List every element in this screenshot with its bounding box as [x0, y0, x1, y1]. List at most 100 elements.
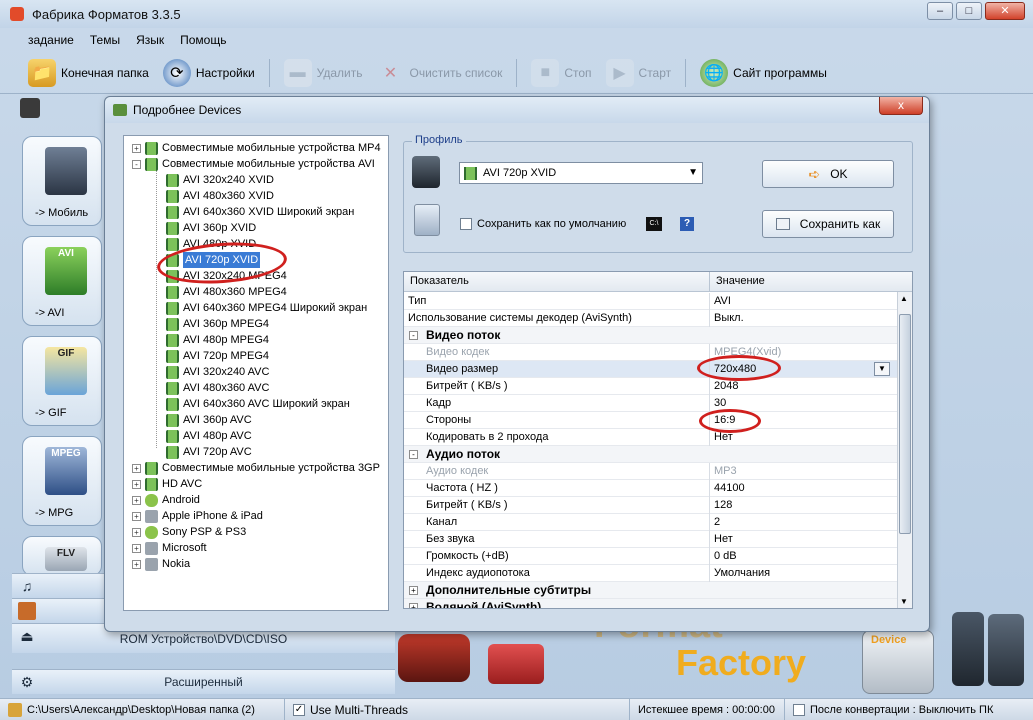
- clear-list-button[interactable]: ✕ Очистить список: [372, 55, 506, 91]
- tree-item[interactable]: AVI 480x360 AVC: [166, 380, 269, 396]
- property-row[interactable]: Индекс аудиопотока Умолчания: [404, 565, 899, 582]
- expand-icon[interactable]: +: [132, 479, 141, 489]
- property-value[interactable]: Выкл.: [714, 310, 744, 326]
- property-group[interactable]: + Дополнительные субтитры: [404, 582, 899, 599]
- maximize-button[interactable]: □: [956, 2, 982, 20]
- expand-icon[interactable]: +: [132, 143, 141, 153]
- collapse-icon[interactable]: -: [132, 159, 141, 169]
- property-row[interactable]: Использование системы декодер (AviSynth)…: [404, 310, 899, 327]
- property-value[interactable]: Нет: [714, 531, 733, 547]
- property-row[interactable]: Тип AVI: [404, 293, 899, 310]
- save-default-checkbox[interactable]: [460, 218, 472, 230]
- scroll-down-icon[interactable]: ▼: [900, 597, 908, 606]
- property-row[interactable]: Битрейт ( KB/s ) 128: [404, 497, 899, 514]
- help-icon[interactable]: ?: [680, 217, 694, 231]
- dialog-close-button[interactable]: x: [879, 97, 923, 115]
- expand-icon[interactable]: +: [132, 527, 141, 537]
- cli-icon[interactable]: C:\: [646, 217, 662, 231]
- shutdown-checkbox[interactable]: [793, 703, 805, 716]
- property-row[interactable]: Битрейт ( KB/s ) 2048: [404, 378, 899, 395]
- property-value[interactable]: 0 dB: [714, 548, 737, 564]
- menu-task[interactable]: задание: [28, 33, 74, 47]
- property-value[interactable]: 128: [714, 497, 732, 513]
- multithreads-checkbox[interactable]: ✓: [293, 703, 305, 716]
- expand-icon[interactable]: +: [132, 463, 141, 473]
- tree-item[interactable]: AVI 640x360 XVID Широкий экран: [166, 204, 354, 220]
- convert-avi-button[interactable]: AVI -> AVI: [22, 236, 102, 326]
- close-button[interactable]: ✕: [985, 2, 1025, 20]
- expand-icon[interactable]: +: [132, 543, 141, 553]
- expand-icon[interactable]: +: [409, 586, 418, 595]
- property-row[interactable]: Без звука Нет: [404, 531, 899, 548]
- convert-gif-button[interactable]: GIF -> GIF: [22, 336, 102, 426]
- menu-help[interactable]: Помощь: [180, 33, 226, 47]
- property-row[interactable]: Видео кодек MPEG4(Xvid): [404, 344, 899, 361]
- shutdown-toggle[interactable]: После конвертации : Выключить ПК: [785, 699, 1033, 720]
- property-value[interactable]: 2: [714, 514, 720, 530]
- tree-item[interactable]: AVI 720p MPEG4: [166, 348, 269, 364]
- ok-button[interactable]: ➪ OK: [762, 160, 894, 188]
- menu-themes[interactable]: Темы: [90, 33, 120, 47]
- tree-item[interactable]: + Microsoft: [132, 540, 207, 556]
- value-dropdown-icon[interactable]: ▼: [874, 362, 890, 376]
- tree-item[interactable]: + Apple iPhone & iPad: [132, 508, 263, 524]
- video-category-icon[interactable]: [20, 98, 40, 118]
- tree-item[interactable]: AVI 360p MPEG4: [166, 316, 269, 332]
- property-row[interactable]: Стороны 16:9: [404, 412, 899, 429]
- property-row[interactable]: Канал 2: [404, 514, 899, 531]
- tree-item[interactable]: AVI 480p AVC: [166, 428, 252, 444]
- tree-item[interactable]: AVI 360p AVC: [166, 412, 252, 428]
- expand-icon[interactable]: +: [132, 495, 141, 505]
- collapse-icon[interactable]: -: [409, 450, 418, 459]
- convert-mpg-button[interactable]: MPEG -> MPG: [22, 436, 102, 526]
- start-button[interactable]: ▶ Старт: [602, 55, 676, 91]
- property-row[interactable]: Видео размер 720x480 ▼: [404, 361, 899, 378]
- profile-select[interactable]: AVI 720p XVID ▼: [459, 162, 703, 184]
- settings-button[interactable]: ⟳ Настройки: [159, 55, 259, 91]
- property-value[interactable]: Умолчания: [714, 565, 770, 581]
- property-value[interactable]: 44100: [714, 480, 745, 496]
- multithreads-toggle[interactable]: ✓ Use Multi-Threads: [285, 698, 630, 720]
- property-value[interactable]: AVI: [714, 293, 731, 309]
- property-group[interactable]: - Видео поток: [404, 327, 899, 344]
- expand-icon[interactable]: +: [132, 559, 141, 569]
- expand-icon[interactable]: +: [409, 603, 418, 608]
- property-value[interactable]: MP3: [714, 463, 737, 479]
- scroll-up-icon[interactable]: ▲: [900, 294, 908, 303]
- property-row[interactable]: Громкость (+dB) 0 dB: [404, 548, 899, 565]
- tree-item[interactable]: AVI 320x240 AVC: [166, 364, 269, 380]
- tree-item[interactable]: AVI 320x240 XVID: [166, 172, 274, 188]
- delete-button[interactable]: ▬ Удалить: [280, 55, 367, 91]
- tree-item[interactable]: + Nokia: [132, 556, 190, 572]
- tree-item[interactable]: - Совместимые мобильные устройства AVI: [132, 156, 375, 172]
- property-row[interactable]: Аудио кодек MP3: [404, 463, 899, 480]
- tree-item[interactable]: + Android: [132, 492, 200, 508]
- tree-item[interactable]: + Sony PSP & PS3: [132, 524, 246, 540]
- category-advanced[interactable]: ⚙ Расширенный: [12, 669, 395, 694]
- minimize-button[interactable]: –: [927, 2, 953, 20]
- website-button[interactable]: 🌐 Сайт программы: [696, 55, 831, 91]
- output-folder-button[interactable]: 📁 Конечная папка: [24, 55, 153, 91]
- tree-item[interactable]: AVI 720p AVC: [166, 444, 252, 460]
- collapse-icon[interactable]: -: [409, 331, 418, 340]
- scroll-thumb[interactable]: [899, 314, 911, 534]
- tree-item[interactable]: AVI 480x360 XVID: [166, 188, 274, 204]
- properties-scrollbar[interactable]: ▲ ▼: [897, 292, 912, 608]
- tree-item[interactable]: AVI 640x360 MPEG4 Широкий экран: [166, 300, 367, 316]
- tree-item[interactable]: + Совместимые мобильные устройства MP4: [132, 140, 381, 156]
- expand-icon[interactable]: +: [132, 511, 141, 521]
- tree-item[interactable]: AVI 360p XVID: [166, 220, 256, 236]
- tree-item[interactable]: AVI 640x360 AVC Широкий экран: [166, 396, 350, 412]
- stop-button[interactable]: ■ Стоп: [527, 55, 595, 91]
- property-row[interactable]: Кодировать в 2 прохода Нет: [404, 429, 899, 446]
- convert-flv-button[interactable]: FLV: [22, 536, 102, 576]
- tree-item[interactable]: + HD AVC: [132, 476, 202, 492]
- save-as-button[interactable]: Сохранить как: [762, 210, 894, 238]
- save-default-option[interactable]: Сохранить как по умолчанию: [460, 218, 626, 230]
- tree-item[interactable]: AVI 480p MPEG4: [166, 332, 269, 348]
- tree-item[interactable]: AVI 480x360 MPEG4: [166, 284, 287, 300]
- property-row[interactable]: Кадр 30: [404, 395, 899, 412]
- property-group[interactable]: + Водяной (AviSynth): [404, 599, 899, 608]
- convert-mobile-button[interactable]: -> Мобиль: [22, 136, 102, 226]
- menu-language[interactable]: Язык: [136, 33, 164, 47]
